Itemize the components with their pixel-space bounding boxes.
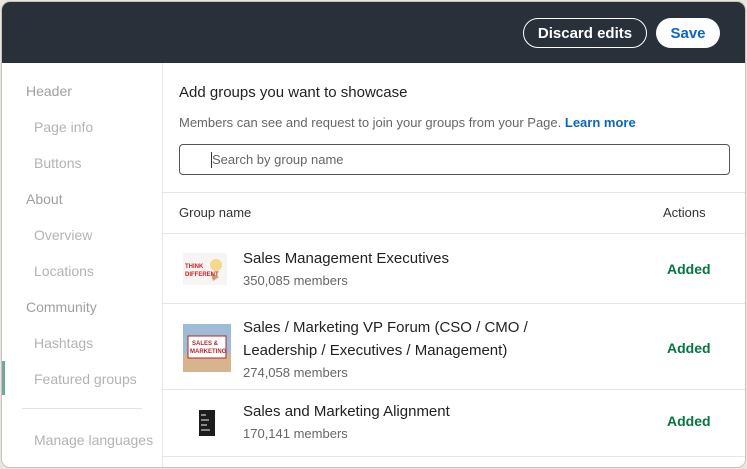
group-name[interactable]: Sales / Marketing VP Forum (CSO / CMO / … bbox=[243, 316, 603, 362]
think-different-logo-icon: THINK DIFFERENT bbox=[183, 253, 227, 285]
sidebar-item-featured-groups[interactable]: Featured groups bbox=[34, 371, 137, 387]
group-search-input[interactable] bbox=[179, 144, 730, 175]
sidebar-section-community[interactable]: Community bbox=[26, 299, 97, 315]
sidebar-divider bbox=[22, 408, 142, 409]
group-members-count: 170,141 members bbox=[243, 426, 348, 441]
svg-text:THINK: THINK bbox=[185, 264, 204, 270]
table-row[interactable]: SALES & MARKETING Sales / Marketing VP F… bbox=[163, 304, 745, 390]
svg-text:MARKETING: MARKETING bbox=[190, 349, 227, 355]
sidebar-item-manage-languages[interactable]: Manage languages bbox=[34, 432, 153, 448]
modal-toolbar: Discard edits Save bbox=[2, 2, 745, 63]
text-cursor bbox=[211, 152, 212, 168]
svg-text:DIFFERENT: DIFFERENT bbox=[185, 272, 219, 278]
alignment-logo-icon bbox=[199, 410, 215, 436]
sidebar-section-about[interactable]: About bbox=[26, 191, 63, 207]
group-name[interactable]: Sales Management Executives bbox=[243, 247, 603, 270]
sidebar-item-buttons[interactable]: Buttons bbox=[34, 155, 81, 171]
group-name[interactable]: Sales and Marketing Alignment bbox=[243, 400, 603, 423]
sidebar-section-header[interactable]: Header bbox=[26, 83, 72, 99]
group-thumbnail: SALES & MARKETING bbox=[183, 324, 231, 372]
learn-more-link[interactable]: Learn more bbox=[565, 115, 636, 130]
table-row[interactable]: THINK DIFFERENT Sales Management Executi… bbox=[163, 233, 745, 304]
group-added-status[interactable]: Added bbox=[667, 261, 711, 277]
group-members-count: 274,058 members bbox=[243, 365, 348, 380]
active-item-indicator bbox=[2, 361, 5, 395]
column-header-group-name: Group name bbox=[179, 205, 252, 220]
description-text: Members can see and request to join your… bbox=[179, 115, 562, 130]
sidebar-item-overview[interactable]: Overview bbox=[34, 227, 92, 243]
group-thumbnail: THINK DIFFERENT bbox=[183, 253, 227, 285]
sidebar-item-hashtags[interactable]: Hashtags bbox=[34, 335, 93, 351]
group-added-status[interactable]: Added bbox=[667, 413, 711, 429]
sidebar-item-locations[interactable]: Locations bbox=[34, 263, 94, 279]
group-added-status[interactable]: Added bbox=[667, 340, 711, 356]
panel-title: Add groups you want to showcase bbox=[179, 84, 408, 101]
discard-edits-button[interactable]: Discard edits bbox=[523, 18, 647, 48]
panel-description: Members can see and request to join your… bbox=[179, 115, 636, 130]
table-row[interactable]: Sales and Marketing Alignment 170,141 me… bbox=[163, 390, 745, 457]
svg-text:SALES &: SALES & bbox=[192, 341, 219, 347]
sidebar-item-page-info[interactable]: Page info bbox=[34, 119, 93, 135]
save-button[interactable]: Save bbox=[656, 18, 720, 48]
group-thumbnail bbox=[195, 408, 219, 438]
table-header: Group name Actions bbox=[163, 192, 745, 234]
sidebar-nav: Header Page info Buttons About Overview … bbox=[2, 63, 163, 467]
sales-marketing-logo-icon: SALES & MARKETING bbox=[183, 324, 231, 372]
column-header-actions: Actions bbox=[663, 205, 706, 220]
group-members-count: 350,085 members bbox=[243, 273, 348, 288]
edit-page-modal: Discard edits Save Header Page info Butt… bbox=[2, 2, 745, 467]
featured-groups-panel: Add groups you want to showcase Members … bbox=[163, 63, 745, 467]
